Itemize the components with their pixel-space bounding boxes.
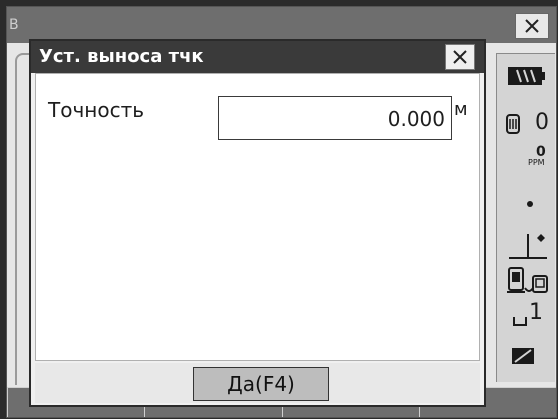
ok-button[interactable]: Да(F4) — [193, 367, 329, 401]
battery-icon — [508, 67, 545, 85]
input-mode-icon — [513, 317, 527, 326]
dialog-titlebar: Уст. выноса тчк — [31, 41, 484, 73]
background-window-titlebar: B — [7, 7, 556, 43]
background-close-button[interactable] — [515, 13, 549, 39]
close-icon — [525, 19, 539, 33]
instrument-screen: B 0 0 PPM 1 Уст. выноса тчк Точность 0.0… — [6, 6, 557, 418]
status-panel: 0 0 PPM 1 — [496, 53, 555, 382]
bluetooth-device-icon — [507, 267, 548, 293]
dialog-title: Уст. выноса тчк — [39, 46, 204, 67]
close-icon — [453, 50, 467, 64]
dialog-footer: Да(F4) — [35, 363, 480, 403]
precision-label: Точность — [48, 98, 145, 122]
memory-card-icon — [512, 348, 534, 364]
dialog-body: Точность 0.000 м — [35, 73, 480, 361]
precision-unit: м — [454, 99, 468, 120]
background-window-title: B — [9, 17, 19, 33]
precision-input[interactable]: 0.000 — [218, 96, 452, 140]
tilt-compensation-icon — [509, 234, 547, 259]
laser-point-icon — [527, 201, 533, 207]
input-mode-value: 1 — [529, 300, 543, 325]
ppm-label: PPM — [528, 158, 545, 167]
prism-constant-value: 0 — [535, 110, 549, 135]
dialog-close-button[interactable] — [445, 44, 475, 70]
stakeout-settings-dialog: Уст. выноса тчк Точность 0.000 м Да(F4) — [29, 39, 486, 407]
prism-icon — [506, 114, 520, 134]
